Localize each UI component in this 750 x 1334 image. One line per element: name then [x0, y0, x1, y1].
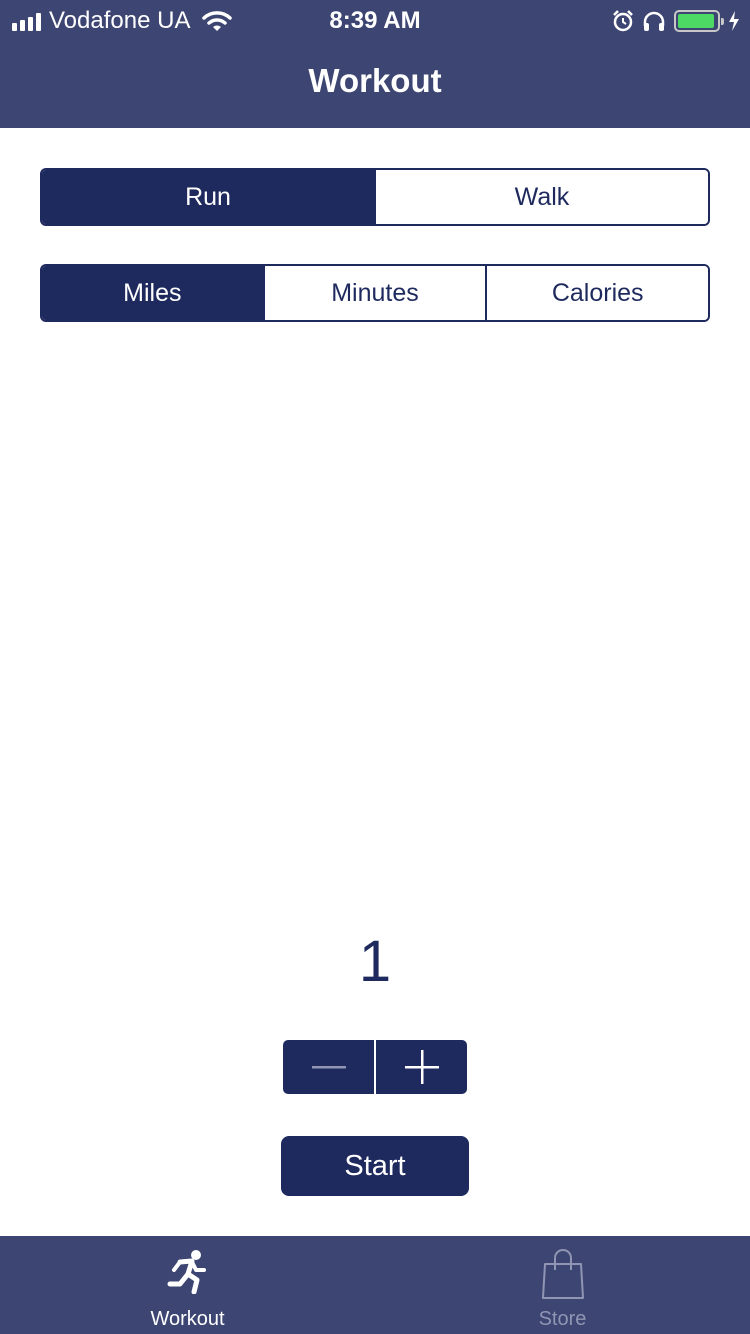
tab-workout[interactable]: Workout	[0, 1236, 375, 1334]
status-right-icons	[612, 7, 740, 35]
tab-store-label: Store	[538, 1308, 587, 1330]
activity-type-segmented-control: Run Walk	[40, 168, 710, 226]
tab-workout-label: Workout	[150, 1308, 225, 1330]
decrement-button[interactable]	[283, 1040, 374, 1094]
tab-bar: Workout Store	[0, 1236, 750, 1334]
segment-minutes[interactable]: Minutes	[262, 266, 486, 320]
runner-icon	[167, 1250, 206, 1294]
alarm-icon	[613, 10, 633, 32]
segment-run[interactable]: Run	[42, 170, 374, 224]
status-bar: Vodafone UA 8:39 AM	[0, 0, 750, 40]
segment-miles[interactable]: Miles	[42, 266, 263, 320]
start-button[interactable]: Start	[281, 1136, 469, 1196]
battery-icon	[674, 10, 724, 32]
tab-store[interactable]: Store	[375, 1236, 750, 1334]
battery-level	[678, 14, 715, 28]
headphones-icon	[643, 11, 665, 31]
increment-button[interactable]	[376, 1040, 467, 1094]
plus-icon	[404, 1050, 439, 1084]
segment-walk[interactable]: Walk	[374, 170, 708, 224]
target-stepper	[283, 1040, 467, 1094]
unit-segmented-control: Miles Minutes Calories	[40, 264, 710, 322]
page-title: Workout	[308, 62, 442, 99]
minus-icon	[311, 1066, 346, 1069]
segment-calories[interactable]: Calories	[485, 266, 708, 320]
shopping-bag-icon	[541, 1249, 584, 1299]
charging-bolt-icon	[729, 11, 739, 31]
navigation-header: Vodafone UA 8:39 AM Workout	[0, 0, 750, 128]
target-value: 1	[358, 929, 392, 994]
